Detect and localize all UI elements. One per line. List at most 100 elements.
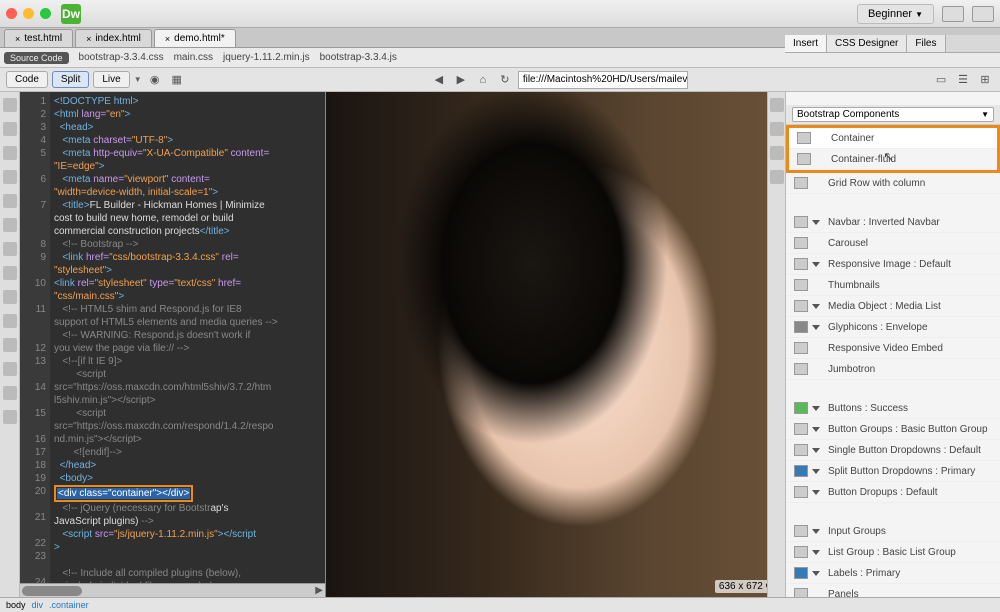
app-logo: Dw	[61, 4, 81, 24]
minimize-icon[interactable]	[23, 8, 34, 19]
zoom-icon[interactable]	[40, 8, 51, 19]
insert-item[interactable]: Panels	[786, 584, 1000, 597]
view-code-button[interactable]: Code	[6, 71, 48, 88]
component-category-dropdown[interactable]: Bootstrap Components▼	[786, 105, 1000, 125]
main-area: 1234567891011121314151617181920212223242…	[0, 92, 1000, 597]
line-numbers: 1234567891011121314151617181920212223242…	[20, 92, 50, 583]
insert-item[interactable]: Container↖	[789, 128, 997, 149]
live-preview[interactable]: 636 x 672 ⟳	[325, 92, 785, 597]
view-live-button[interactable]: Live	[93, 71, 129, 88]
insert-item[interactable]: Responsive Image : Default	[786, 254, 1000, 275]
address-bar[interactable]: file:///Macintosh%20HD/Users/mailevalent…	[518, 71, 688, 89]
file-tab-test[interactable]: ×test.html	[4, 29, 73, 47]
tab-css-designer[interactable]: CSS Designer	[827, 35, 907, 52]
insert-list: Container↖Container-fluid Grid Row with c…	[786, 125, 1000, 597]
insert-item[interactable]: Responsive Video Embed	[786, 338, 1000, 359]
related-file[interactable]: jquery-1.11.2.min.js	[223, 52, 310, 63]
insert-item[interactable]: List Group : Basic List Group	[786, 542, 1000, 563]
tool-icon[interactable]	[770, 98, 784, 112]
tag-selector[interactable]: body	[6, 600, 26, 610]
insert-item[interactable]: Button Dropups : Default	[786, 482, 1000, 503]
insert-item[interactable]: Input Groups	[786, 521, 1000, 542]
insert-item[interactable]: Thumbnails	[786, 275, 1000, 296]
tool-icon[interactable]	[770, 146, 784, 160]
insert-item-label: Jumbotron	[828, 364, 875, 375]
forward-icon[interactable]: ▶	[452, 71, 470, 89]
insert-item[interactable]: Split Button Dropdowns : Primary	[786, 461, 1000, 482]
tool-icon[interactable]	[3, 242, 17, 256]
tool-icon[interactable]	[3, 290, 17, 304]
insert-item-label: Responsive Video Embed	[828, 343, 943, 354]
insert-item-label: Button Dropups : Default	[828, 487, 938, 498]
option-icon[interactable]: ▭	[932, 71, 950, 89]
tool-icon[interactable]	[3, 362, 17, 376]
tool-icon[interactable]	[3, 146, 17, 160]
insert-item-label: Carousel	[828, 238, 868, 249]
insert-item-label: Responsive Image : Default	[828, 259, 951, 270]
related-file[interactable]: bootstrap-3.3.4.js	[320, 52, 397, 63]
related-file[interactable]: main.css	[174, 52, 213, 63]
insert-item-label: Labels : Primary	[828, 568, 900, 579]
horizontal-scrollbar[interactable]: ▶	[20, 583, 325, 597]
inspect-icon[interactable]: ◉	[146, 71, 164, 89]
tab-insert[interactable]: Insert	[785, 35, 827, 52]
close-icon[interactable]	[6, 8, 17, 19]
tool-icon[interactable]	[3, 386, 17, 400]
view-split-button[interactable]: Split	[52, 71, 89, 88]
sync-icon[interactable]	[942, 6, 964, 22]
tab-files[interactable]: Files	[907, 35, 945, 52]
insert-item[interactable]: Media Object : Media List	[786, 296, 1000, 317]
tool-icon[interactable]	[770, 122, 784, 136]
insert-item[interactable]: Button Groups : Basic Button Group	[786, 419, 1000, 440]
tag-selector[interactable]: div	[32, 600, 44, 610]
toolbar: Code Split Live ▼ ◉ ▦ ◀ ▶ ⌂ ↻ file:///Ma…	[0, 68, 1000, 92]
insert-item[interactable]: Labels : Primary	[786, 563, 1000, 584]
insert-item-label: Glyphicons : Envelope	[828, 322, 928, 333]
tool-icon[interactable]	[3, 410, 17, 424]
title-bar: Dw Beginner ▼	[0, 0, 1000, 28]
source-code-pill[interactable]: Source Code	[4, 52, 69, 64]
layout-icon[interactable]	[972, 6, 994, 22]
insert-item-label: Input Groups	[828, 526, 886, 537]
tool-icon[interactable]	[3, 98, 17, 112]
insert-panel: Bootstrap Components▼ Container↖Containe…	[785, 92, 1000, 597]
tool-icon[interactable]	[3, 170, 17, 184]
insert-item[interactable]: Navbar : Inverted Navbar	[786, 212, 1000, 233]
tool-icon[interactable]	[3, 266, 17, 280]
status-bar: body div .container	[0, 597, 1000, 612]
back-icon[interactable]: ◀	[430, 71, 448, 89]
tool-icon[interactable]	[3, 314, 17, 328]
code-content[interactable]: <!DOCTYPE html> <html lang="en"> <head> …	[50, 92, 325, 583]
option-icon[interactable]: ☰	[954, 71, 972, 89]
workspace-dropdown[interactable]: Beginner ▼	[857, 4, 934, 24]
insert-item-label: Buttons : Success	[828, 403, 908, 414]
tool-icon[interactable]	[770, 170, 784, 184]
insert-item[interactable]: Carousel	[786, 233, 1000, 254]
insert-item-label: Thumbnails	[828, 280, 880, 291]
window-controls[interactable]	[6, 8, 51, 19]
option-icon[interactable]: ⊞	[976, 71, 994, 89]
insert-item[interactable]: Grid Row with column	[786, 173, 1000, 194]
insert-item[interactable]: Single Button Dropdowns : Default	[786, 440, 1000, 461]
code-view[interactable]: 1234567891011121314151617181920212223242…	[20, 92, 325, 597]
tool-icon[interactable]	[3, 194, 17, 208]
tool-icon[interactable]	[3, 122, 17, 136]
insert-item[interactable]: Container-fluid	[789, 149, 997, 170]
related-file[interactable]: bootstrap-3.3.4.css	[79, 52, 164, 63]
home-icon[interactable]: ⌂	[474, 71, 492, 89]
tag-selector[interactable]: .container	[49, 600, 89, 610]
insert-item[interactable]: Jumbotron	[786, 359, 1000, 380]
insert-item-label: Button Groups : Basic Button Group	[828, 424, 988, 435]
file-tab-demo[interactable]: ×demo.html*	[154, 29, 236, 47]
preview-toolbar	[767, 92, 785, 597]
file-tab-index[interactable]: ×index.html	[75, 29, 152, 47]
tool-icon[interactable]	[3, 338, 17, 352]
insert-item[interactable]: Glyphicons : Envelope	[786, 317, 1000, 338]
grid-icon[interactable]: ▦	[168, 71, 186, 89]
insert-item-label: Container	[831, 133, 874, 144]
reload-icon[interactable]: ↻	[496, 71, 514, 89]
code-toolbar	[0, 92, 20, 597]
insert-item-label: Grid Row with column	[828, 178, 925, 189]
insert-item[interactable]: Buttons : Success	[786, 398, 1000, 419]
tool-icon[interactable]	[3, 218, 17, 232]
